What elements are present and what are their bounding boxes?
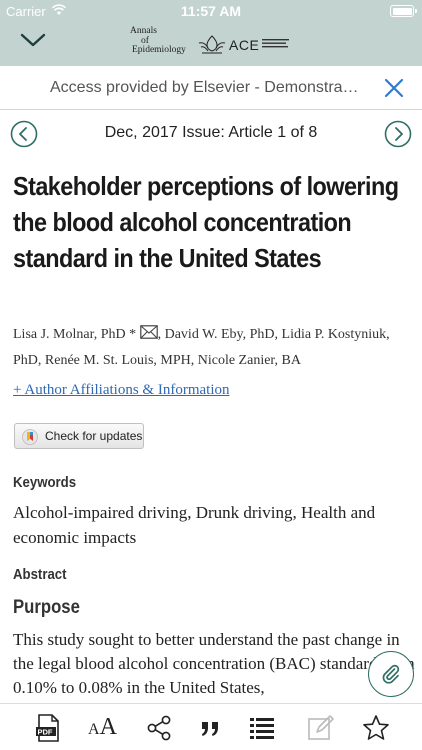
paperclip-icon [382, 664, 400, 684]
close-icon[interactable] [383, 77, 405, 99]
abstract-heading: Abstract [13, 566, 67, 583]
note-icon [308, 715, 334, 740]
share-icon [147, 715, 171, 741]
cite-button[interactable] [194, 712, 226, 744]
keywords-list: Alcohol-impaired driving, Drunk driving,… [13, 503, 376, 547]
journal-name: Annals of Epidemiology [130, 26, 186, 55]
access-text: Access provided by Elsevier - Demonstra… [50, 79, 359, 96]
issue-navigation: Dec, 2017 Issue: Article 1 of 8 [0, 111, 422, 155]
ace-seal-logo [198, 35, 226, 54]
access-banner: Access provided by Elsevier - Demonstra… [0, 66, 422, 110]
chevron-down-icon[interactable] [20, 30, 46, 50]
authors-line2: PhD, Renée M. St. Louis, MPH, Nicole Zan… [13, 353, 301, 368]
bottom-toolbar: PDF AA [0, 703, 422, 750]
issue-label: Dec, 2017 Issue: Article 1 of 8 [104, 124, 318, 141]
outline-icon [250, 718, 274, 739]
crossmark-icon [22, 429, 38, 445]
journal-logo: Annals of Epidemiology ACE [130, 26, 292, 60]
outline-button[interactable] [246, 712, 278, 744]
ace-logo-text: ACE [229, 37, 260, 53]
star-icon [363, 715, 389, 740]
author-corresponding[interactable]: Lisa J. Molnar, PhD * [13, 327, 136, 342]
purpose-heading: Purpose [13, 597, 80, 618]
author-affiliations-link[interactable]: + Author Affiliations & Information [13, 382, 230, 399]
attachments-button[interactable] [368, 651, 414, 697]
pdf-button[interactable]: PDF [32, 712, 64, 744]
article-title: Stakeholder perceptions of lowering the … [13, 171, 399, 273]
keywords-heading: Keywords [13, 474, 77, 491]
status-bar: Carrier 11:57 AM [0, 0, 422, 22]
battery-icon [390, 5, 417, 17]
authors-rest-line1: , David W. Eby, PhD, Lidia P. Kostyniuk, [157, 327, 390, 342]
share-button[interactable] [143, 712, 175, 744]
note-button [305, 712, 337, 744]
quote-icon [202, 722, 218, 736]
ace-subtitle-mark [262, 39, 289, 48]
svg-text:PDF: PDF [38, 728, 53, 737]
font-size-icon[interactable]: AA [88, 714, 117, 741]
author-list: Lisa J. Molnar, PhD * , David W. Eby, Ph… [13, 322, 413, 374]
favorite-button[interactable] [360, 712, 392, 744]
mail-icon[interactable] [139, 325, 158, 339]
journal-header: Carrier 11:57 AM Annals of Epidemiology … [0, 0, 422, 66]
pdf-icon: PDF [36, 714, 59, 742]
next-article-button[interactable] [384, 120, 412, 148]
clock: 11:57 AM [180, 3, 242, 19]
check-for-updates-button[interactable]: Check for updates [14, 423, 144, 449]
check-for-updates-label: Check for updates [45, 429, 143, 443]
abstract-text: This study sought to better understand t… [13, 630, 415, 697]
